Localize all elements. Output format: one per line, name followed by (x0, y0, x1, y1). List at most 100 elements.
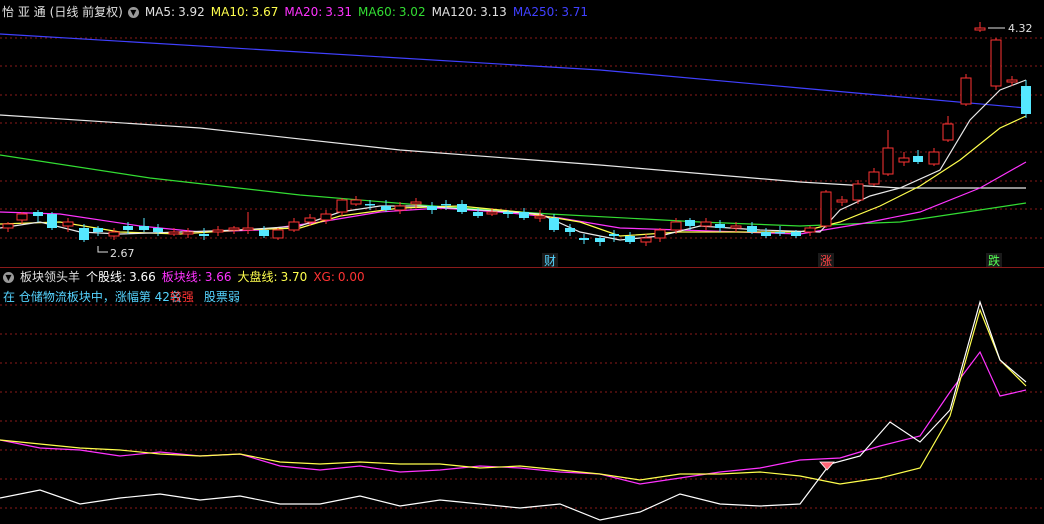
candle (820, 190, 832, 228)
candle-body (212, 229, 224, 233)
ma250-label: MA250: (512, 5, 559, 19)
candle (457, 200, 467, 214)
candle-body (761, 232, 771, 236)
ma10-value: 3.67 (251, 5, 279, 19)
low-price-arrow (97, 246, 108, 253)
candle-body (775, 232, 785, 234)
candle-body (365, 204, 375, 206)
candle (16, 212, 28, 224)
ma5-value: 3.92 (178, 5, 205, 19)
ma60-line (0, 154, 1027, 227)
candle (579, 234, 589, 244)
candle-body (942, 123, 954, 141)
candle-body (79, 228, 89, 240)
candle-body (336, 199, 348, 213)
candle-body (394, 205, 406, 211)
candle-body (139, 226, 149, 230)
stock-line-value: 3.66 (129, 270, 156, 284)
candle-body (791, 232, 801, 236)
ma5-label: MA5: (144, 5, 176, 19)
candle (868, 168, 880, 186)
candle (654, 228, 666, 242)
candle-body (595, 238, 605, 242)
ma10-label: MA10: (210, 5, 249, 19)
chevron-down-icon[interactable]: ▼ (127, 6, 139, 18)
candle-body (928, 151, 940, 165)
candle-body (410, 201, 422, 205)
sector-line-label: 板块线: (161, 270, 202, 284)
candle-body (700, 221, 712, 227)
candle (804, 226, 816, 236)
high-price-label: 4.32 (1008, 22, 1033, 35)
signal-marker-icon (819, 461, 835, 471)
candle-body (990, 39, 1002, 87)
candle-body (820, 191, 832, 227)
xg-label: XG: (313, 270, 335, 284)
candle-body (473, 212, 483, 216)
candle-body (441, 204, 451, 206)
candle-body (685, 220, 695, 226)
sector-line (0, 350, 1027, 485)
event-marker-label: 跌 (988, 253, 1000, 268)
candle-body (609, 234, 619, 236)
indicator-name: 板块领头羊 (20, 270, 81, 284)
candle-body (153, 228, 163, 232)
stock-name: 怡 亚 通 (2, 5, 46, 19)
candle (350, 196, 362, 206)
candle-body (730, 225, 742, 229)
candle-body (259, 230, 269, 236)
candle-body (898, 157, 910, 163)
candle-body (852, 183, 864, 201)
candle-body (16, 213, 28, 221)
ma250-line (0, 33, 1027, 109)
stock-line-label: 个股线: (86, 270, 127, 284)
candle-body (242, 227, 254, 231)
indicator-pane[interactable] (0, 268, 1044, 524)
ma250-value: 3.71 (561, 5, 589, 19)
ma5-line (0, 79, 1027, 241)
candle (427, 202, 437, 214)
candle (640, 234, 652, 246)
candle (2, 222, 14, 232)
ma60-value: 3.02 (398, 5, 426, 19)
candlestick-chart[interactable]: 4.32 2.67 财 涨 跌 (0, 0, 1044, 268)
candle-body (715, 224, 725, 228)
candle-body (228, 227, 240, 231)
market-line (0, 308, 1027, 485)
ma20-label: MA20: (284, 5, 323, 19)
event-marker-label: 财 (544, 254, 556, 268)
candlestick-pane[interactable]: 4.32 2.67 财 涨 跌 (0, 0, 1044, 268)
event-marker-label: 涨 (820, 253, 832, 268)
market-line-label: 大盘线: (237, 270, 278, 284)
chevron-down-icon[interactable]: ▼ (3, 271, 14, 283)
stock-line (0, 299, 1027, 521)
candle (182, 228, 194, 238)
candle (288, 218, 300, 232)
candle-body (974, 27, 986, 31)
candle (715, 220, 725, 232)
ma120-label: MA120: (431, 5, 478, 19)
candle (974, 22, 986, 32)
candle (47, 212, 57, 230)
candle (882, 130, 894, 176)
candle-body (549, 218, 559, 230)
candle (336, 198, 348, 216)
chart-mode: (日线 前复权) (49, 5, 123, 19)
ma20-value: 3.31 (325, 5, 352, 19)
candle-body (272, 229, 284, 239)
candle (700, 218, 712, 230)
candle-body (640, 237, 652, 243)
candle-body (565, 228, 575, 232)
candle-body (1006, 79, 1018, 83)
sector-rank-text: 在 仓储物流板块中，涨幅第 42名 (3, 290, 182, 304)
indicator-chart[interactable] (0, 268, 1044, 524)
candle-body (503, 212, 513, 214)
event-marker: 涨 (818, 253, 834, 268)
candle (942, 116, 954, 142)
sector-line-value: 3.66 (204, 270, 232, 284)
event-marker: 跌 (986, 253, 1002, 268)
candle (139, 218, 149, 232)
candle-body (625, 236, 635, 242)
main-legend: 怡 亚 通 (日线 前复权) ▼ MA5: 3.92 MA10: 3.67 MA… (0, 3, 594, 21)
low-price-label: 2.67 (110, 247, 135, 260)
